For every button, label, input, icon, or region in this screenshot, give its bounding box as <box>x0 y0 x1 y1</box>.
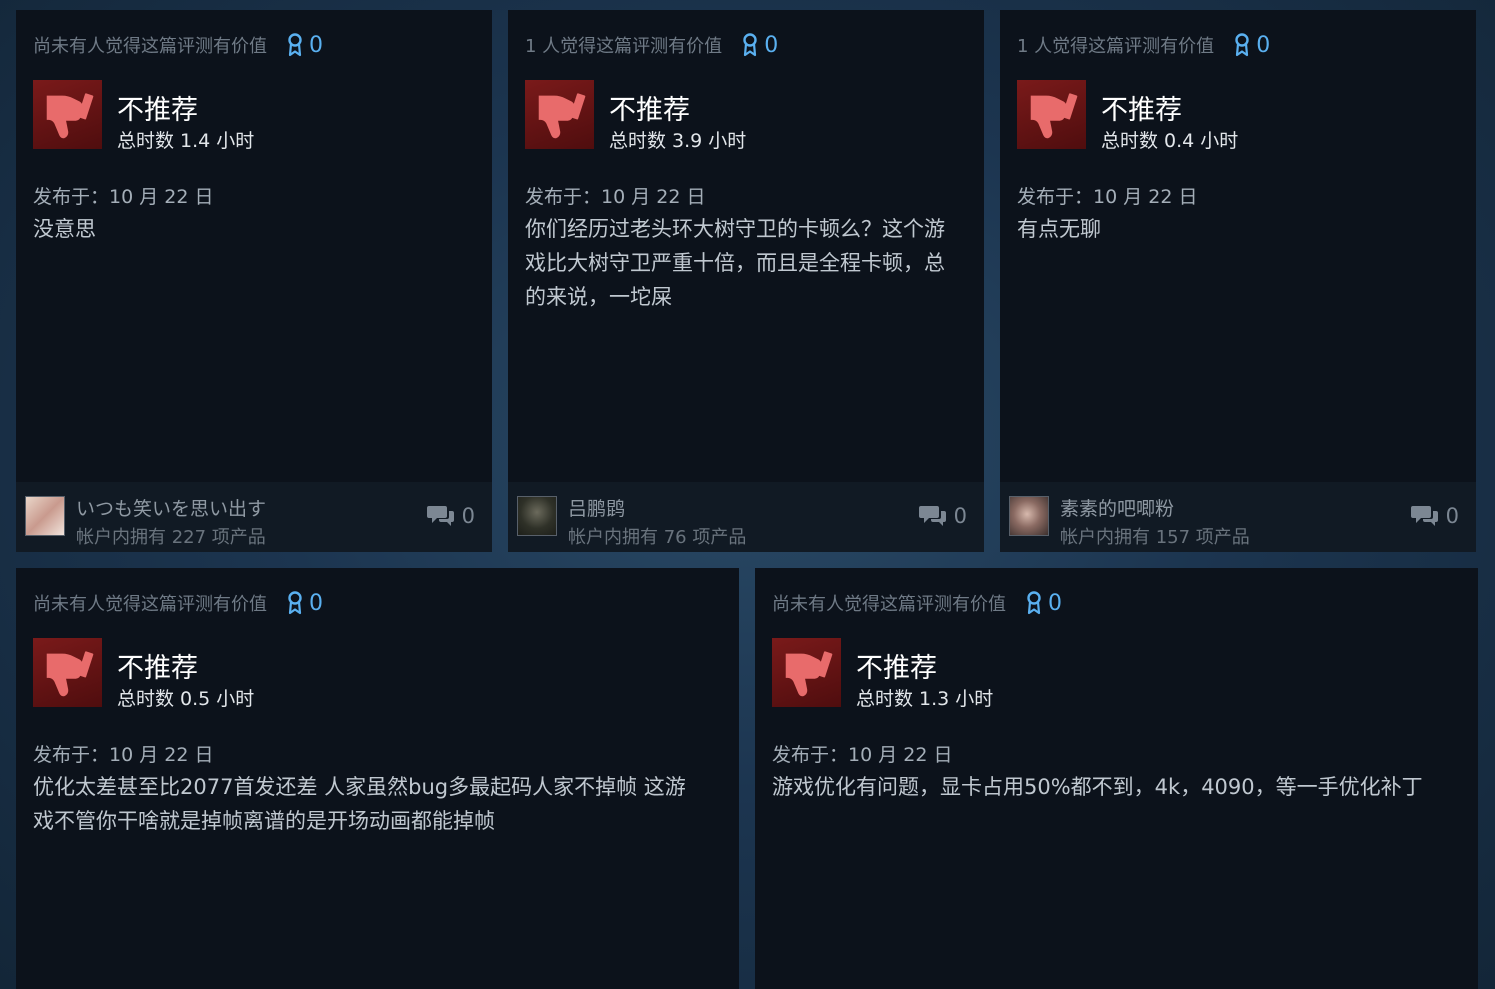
avatar[interactable] <box>1009 496 1049 536</box>
verdict-label: 不推荐 <box>117 95 198 126</box>
award-button[interactable]: 0 <box>287 33 323 58</box>
review-line: 游戏优化有问题，显卡占用50%都不到，4k，4090，等一手优化补丁 <box>772 775 1423 799</box>
helpful-text: 尚未有人觉得这篇评测有价值 <box>772 594 1006 615</box>
award-count: 0 <box>764 32 779 58</box>
posted-date: 发布于：10 月 22 日 <box>33 744 214 766</box>
verdict-label: 不推荐 <box>856 653 937 684</box>
posted-date: 发布于：10 月 22 日 <box>1017 186 1198 208</box>
review-text: 有点无聊 <box>1017 212 1101 246</box>
review-footer: 素素的吧唧粉 帐户内拥有 157 项产品 0 <box>1000 482 1476 552</box>
comment-icon <box>1410 506 1438 526</box>
award-icon <box>288 591 302 615</box>
thumbs-down-icon <box>525 80 594 149</box>
award-icon <box>288 33 302 57</box>
avatar[interactable] <box>517 496 557 536</box>
comments-button[interactable]: 0 <box>918 504 967 528</box>
comment-count: 0 <box>953 504 967 528</box>
award-icon <box>1027 591 1041 615</box>
comments-button[interactable]: 0 <box>1410 504 1459 528</box>
products-owned: 帐户内拥有 227 项产品 <box>76 527 266 548</box>
helpful-text: 尚未有人觉得这篇评测有价值 <box>33 594 267 615</box>
award-count: 0 <box>1048 590 1062 616</box>
review-text: 游戏优化有问题，显卡占用50%都不到，4k，4090，等一手优化补丁 <box>772 770 1423 804</box>
thumbs-down-icon <box>33 638 102 707</box>
review-text: 没意思 <box>33 212 96 246</box>
helpful-count: 1 人觉得这篇评测有价值 0 <box>1017 32 1270 58</box>
products-owned: 帐户内拥有 157 项产品 <box>1060 527 1250 548</box>
comment-icon <box>426 506 454 526</box>
review-line: 有点无聊 <box>1017 217 1101 241</box>
verdict-label: 不推荐 <box>609 95 690 126</box>
author-name[interactable]: 素素的吧唧粉 <box>1060 494 1174 521</box>
author-name[interactable]: 吕鹏鹍 <box>568 494 625 521</box>
hours-played: 总时数 0.5 小时 <box>117 688 255 710</box>
helpful-text: 1 人觉得这篇评测有价值 <box>1017 36 1215 57</box>
award-button[interactable]: 0 <box>1234 33 1270 58</box>
thumbs-down-icon <box>772 638 841 707</box>
review-footer: いつも笑いを思い出す 帐户内拥有 227 项产品 0 <box>16 482 492 552</box>
helpful-count: 1 人觉得这篇评测有价值 0 <box>525 32 778 58</box>
award-count: 0 <box>1256 32 1271 58</box>
review-card: 1 人觉得这篇评测有价值 0 不推荐 总时数 0.4 小时 发布于：10 月 2… <box>1000 10 1476 552</box>
award-count: 0 <box>309 32 323 58</box>
review-line: 优化太差甚至比2077首发还差 人家虽然bug多最起码人家不掉帧 这游 <box>33 775 686 799</box>
award-icon <box>1235 33 1249 57</box>
review-footer: 吕鹏鹍 帐户内拥有 76 项产品 0 <box>508 482 984 552</box>
review-text: 优化太差甚至比2077首发还差 人家虽然bug多最起码人家不掉帧 这游 戏不管你… <box>33 770 686 838</box>
hours-played: 总时数 1.4 小时 <box>117 130 255 152</box>
helpful-count: 尚未有人觉得这篇评测有价值 0 <box>772 590 1062 616</box>
review-line: 戏比大树守卫严重十倍，而且是全程卡顿，总 <box>525 251 945 275</box>
review-card: 尚未有人觉得这篇评测有价值 0 不推荐 总时数 1.4 小时 发布于：10 月 … <box>16 10 492 552</box>
review-card: 尚未有人觉得这篇评测有价值 0 不推荐 总时数 1.3 小时 发布于：10 月 … <box>755 568 1478 989</box>
review-text: 你们经历过老头环大树守卫的卡顿么？这个游 戏比大树守卫严重十倍，而且是全程卡顿，… <box>525 212 945 314</box>
award-button[interactable]: 0 <box>742 33 778 58</box>
award-icon <box>743 33 757 57</box>
award-count: 0 <box>309 590 323 616</box>
verdict-label: 不推荐 <box>117 653 198 684</box>
helpful-text: 1 人觉得这篇评测有价值 <box>525 36 723 57</box>
helpful-text: 尚未有人觉得这篇评测有价值 <box>33 36 267 57</box>
review-card: 1 人觉得这篇评测有价值 0 不推荐 总时数 3.9 小时 发布于：10 月 2… <box>508 10 984 552</box>
review-line: 的来说，一坨屎 <box>525 285 672 309</box>
comments-button[interactable]: 0 <box>426 504 475 528</box>
avatar[interactable] <box>25 496 65 536</box>
hours-played: 总时数 3.9 小时 <box>609 130 747 152</box>
review-line: 你们经历过老头环大树守卫的卡顿么？这个游 <box>525 217 945 241</box>
author-name[interactable]: いつも笑いを思い出す <box>76 494 266 521</box>
comment-count: 0 <box>1445 504 1459 528</box>
thumbs-down-icon <box>33 80 102 149</box>
posted-date: 发布于：10 月 22 日 <box>772 744 953 766</box>
award-button[interactable]: 0 <box>1026 591 1062 616</box>
comment-count: 0 <box>461 504 475 528</box>
helpful-count: 尚未有人觉得这篇评测有价值 0 <box>33 32 323 58</box>
review-card: 尚未有人觉得这篇评测有价值 0 不推荐 总时数 0.5 小时 发布于：10 月 … <box>16 568 739 989</box>
review-line: 没意思 <box>33 217 96 241</box>
hours-played: 总时数 1.3 小时 <box>856 688 994 710</box>
review-line: 戏不管你干啥就是掉帧离谱的是开场动画都能掉帧 <box>33 809 495 833</box>
thumbs-down-icon <box>1017 80 1086 149</box>
helpful-count: 尚未有人觉得这篇评测有价值 0 <box>33 590 323 616</box>
posted-date: 发布于：10 月 22 日 <box>33 186 214 208</box>
comment-icon <box>918 506 946 526</box>
award-button[interactable]: 0 <box>287 591 323 616</box>
hours-played: 总时数 0.4 小时 <box>1101 130 1239 152</box>
verdict-label: 不推荐 <box>1101 95 1182 126</box>
products-owned: 帐户内拥有 76 项产品 <box>568 527 747 548</box>
posted-date: 发布于：10 月 22 日 <box>525 186 706 208</box>
